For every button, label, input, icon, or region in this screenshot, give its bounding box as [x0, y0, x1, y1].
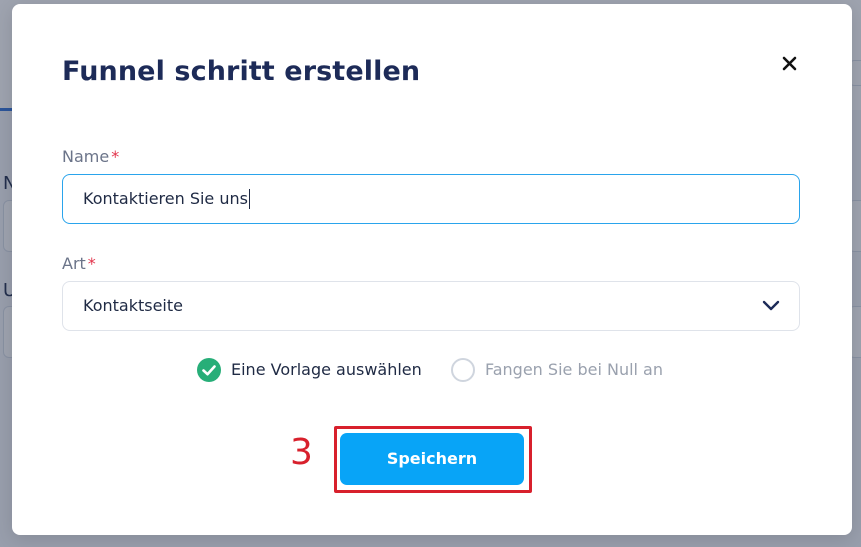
- chevron-down-icon: [762, 300, 780, 311]
- create-funnel-step-modal: Funnel schritt erstellen Name * Kontaktie…: [12, 4, 852, 535]
- name-label-text: Name: [62, 147, 110, 166]
- required-marker: *: [87, 254, 96, 273]
- option-start-from-scratch-label: Fangen Sie bei Null an: [485, 360, 663, 379]
- name-field-label: Name *: [62, 147, 119, 166]
- step-annotation-number: 3: [290, 432, 313, 473]
- modal-title: Funnel schritt erstellen: [62, 56, 421, 87]
- option-use-template[interactable]: Eine Vorlage auswählen: [197, 357, 437, 385]
- text-cursor: [248, 188, 250, 209]
- close-icon: [782, 56, 797, 71]
- check-circle-icon: [197, 358, 221, 382]
- type-label-text: Art: [62, 254, 86, 273]
- option-start-from-scratch[interactable]: Fangen Sie bei Null an: [451, 357, 681, 385]
- name-input-value: Kontaktieren Sie uns: [83, 189, 248, 208]
- radio-empty-icon: [451, 358, 475, 382]
- type-select-value: Kontaktseite: [83, 296, 183, 315]
- name-input[interactable]: Kontaktieren Sie uns: [62, 174, 800, 224]
- close-button[interactable]: [778, 52, 800, 74]
- save-button[interactable]: Speichern: [340, 433, 524, 485]
- type-select[interactable]: Kontaktseite: [62, 281, 800, 331]
- type-field-label: Art *: [62, 254, 96, 273]
- required-marker: *: [111, 147, 120, 166]
- option-use-template-label: Eine Vorlage auswählen: [231, 360, 422, 379]
